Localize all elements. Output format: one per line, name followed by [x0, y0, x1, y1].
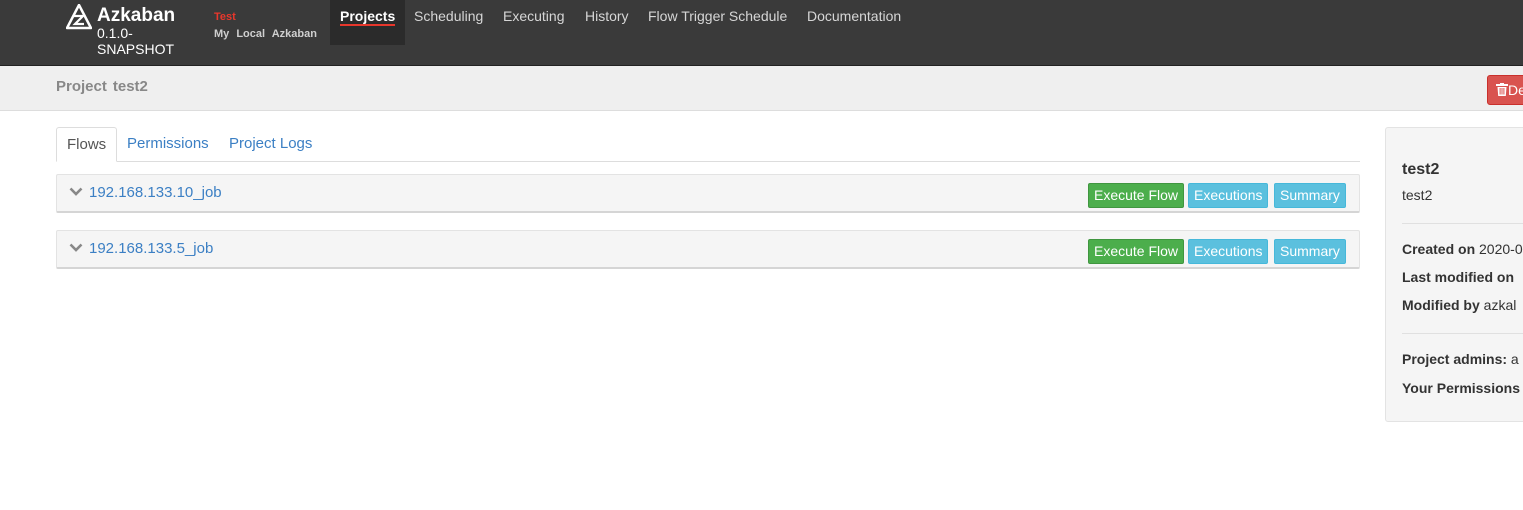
created-on-value: 2020-0 — [1479, 241, 1523, 257]
modified-by-label: Modified by — [1402, 297, 1480, 313]
execute-flow-button[interactable]: Execute Flow — [1088, 239, 1185, 264]
project-admins-row: Project admins: a — [1402, 351, 1519, 367]
delete-button-label: Delete — [1508, 82, 1523, 98]
summary-button[interactable]: Summary — [1274, 239, 1346, 264]
project-label: Project — [56, 78, 107, 95]
project-header: Project test2 Delete — [0, 66, 1523, 111]
brand-version: 0.1.0-SNAPSHOT — [97, 25, 175, 57]
project-info-panel: test2 test2 Created on 2020-0 Last modif… — [1385, 127, 1523, 422]
project-admins-label: Project admins: — [1402, 351, 1508, 367]
tab-flows[interactable]: Flows — [56, 127, 118, 162]
nav-scheduling[interactable]: Scheduling — [414, 0, 483, 45]
project-tabs: Flows Permissions Project Logs — [56, 127, 1360, 162]
divider — [1402, 223, 1523, 224]
nav-documentation[interactable]: Documentation — [807, 0, 901, 45]
brand-name[interactable]: Azkaban — [97, 5, 175, 27]
nav-flow-trigger-schedule[interactable]: Flow Trigger Schedule — [648, 0, 787, 45]
created-on-label: Created on — [1402, 241, 1476, 257]
top-navbar: Azkaban 0.1.0-SNAPSHOT Test My Local Azk… — [0, 0, 1523, 66]
flow-name-link[interactable]: 192.168.133.5_job — [89, 240, 213, 257]
last-modified-label: Last modified on — [1402, 269, 1514, 285]
environment-description: My Local Azkaban — [214, 28, 317, 40]
execute-flow-button[interactable]: Execute Flow — [1088, 183, 1185, 208]
panel-project-name: test2 — [1402, 161, 1440, 178]
nav-projects[interactable]: Projects — [330, 0, 405, 45]
project-name: test2 — [112, 78, 148, 95]
azkaban-logo-icon[interactable] — [66, 4, 92, 30]
active-underline — [340, 24, 395, 26]
created-on-row: Created on 2020-0 — [1402, 241, 1523, 257]
nav-history[interactable]: History — [585, 0, 629, 45]
nav-projects-label: Projects — [340, 8, 396, 24]
chevron-down-icon[interactable] — [69, 187, 83, 197]
flow-row: 192.168.133.5_job Execute Flow Execution… — [56, 230, 1360, 269]
page-title: Project test2 — [56, 78, 148, 95]
chevron-down-icon[interactable] — [69, 243, 83, 253]
divider — [1402, 333, 1523, 334]
flow-name-link[interactable]: 192.168.133.10_job — [89, 184, 222, 201]
summary-button[interactable]: Summary — [1274, 183, 1346, 208]
flow-row: 192.168.133.10_job Execute Flow Executio… — [56, 174, 1360, 213]
project-admins-value: a — [1510, 351, 1519, 367]
panel-project-description: test2 — [1402, 187, 1433, 203]
modified-by-row: Modified by azkal — [1402, 297, 1516, 313]
modified-by-value: azkal — [1483, 297, 1517, 313]
tab-permissions[interactable]: Permissions — [117, 127, 219, 162]
executions-button[interactable]: Executions — [1188, 183, 1269, 208]
environment-name: Test — [214, 11, 236, 23]
last-modified-row: Last modified on — [1402, 269, 1514, 285]
trash-icon — [1496, 83, 1508, 96]
your-permissions-row: Your Permissions — [1402, 380, 1520, 396]
your-permissions-label: Your Permissions — [1402, 380, 1521, 396]
nav-executing[interactable]: Executing — [503, 0, 564, 45]
tab-project-logs[interactable]: Project Logs — [219, 127, 322, 162]
executions-button[interactable]: Executions — [1188, 239, 1269, 264]
delete-project-button[interactable]: Delete — [1487, 75, 1523, 105]
